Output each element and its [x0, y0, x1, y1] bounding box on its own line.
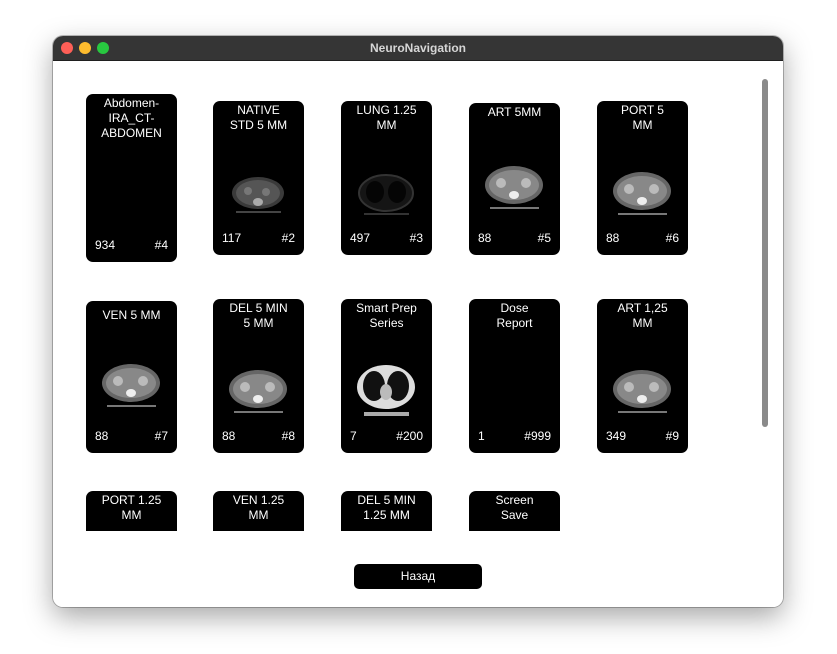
series-label: ART 1,25 MM [617, 301, 668, 330]
ct-abdomen-thumbnail [613, 172, 671, 215]
series-number: #9 [665, 429, 679, 443]
series-number: #6 [665, 231, 679, 245]
series-number: #3 [409, 231, 423, 245]
series-label: PORT 1.25 MM [101, 493, 162, 522]
series-label: Screen Save [495, 493, 534, 522]
series-tile[interactable]: NATIVE STD 5 MM 117 #2 [213, 101, 304, 255]
series-tile[interactable]: Screen Save [469, 491, 560, 531]
series-image-count: 88 [606, 231, 620, 245]
series-label: LUNG 1.25 MM [356, 103, 417, 132]
ct-abdomen-thumbnail [232, 177, 284, 213]
series-label: PORT 5 MM [621, 103, 664, 132]
ct-abdomen-thumbnail [102, 364, 160, 407]
series-tile[interactable]: LUNG 1.25 MM 497 #3 [341, 101, 432, 255]
title-bar: NeuroNavigation [53, 36, 783, 61]
series-image-count: 88 [478, 231, 492, 245]
series-image-count: 1 [478, 429, 485, 443]
series-browser: Abdomen- IRA_CT- ABDOMEN 934 #4 NATIVE S… [53, 61, 783, 607]
series-label: VEN 1.25 MM [232, 493, 285, 522]
ct-abdomen-thumbnail [485, 166, 543, 209]
series-number: #7 [154, 429, 168, 443]
series-label: NATIVE STD 5 MM [229, 103, 288, 132]
series-image-count: 349 [606, 429, 627, 443]
series-number: #999 [524, 429, 551, 443]
series-tile[interactable]: Abdomen- IRA_CT- ABDOMEN 934 #4 [86, 94, 177, 262]
series-tile[interactable]: DEL 5 MIN 5 MM 88 #8 [213, 299, 304, 453]
series-image-count: 88 [95, 429, 109, 443]
series-number: #8 [281, 429, 295, 443]
vertical-scrollbar[interactable] [761, 79, 769, 459]
series-tile[interactable]: ART 5MM 88 #5 [469, 103, 560, 255]
series-image-count: 7 [350, 429, 357, 443]
series-tile[interactable]: VEN 5 MM 88 #7 [86, 301, 177, 453]
ct-abdomen-thumbnail [613, 370, 671, 413]
series-tile[interactable]: PORT 1.25 MM [86, 491, 177, 531]
series-label: DEL 5 MIN 5 MM [229, 301, 288, 330]
series-tile[interactable]: VEN 1.25 MM [213, 491, 304, 531]
window-title: NeuroNavigation [369, 41, 466, 55]
app-window: NeuroNavigation Abdomen- IRA_CT- ABDOMEN… [53, 36, 783, 607]
series-label: Smart Prep Series [356, 301, 417, 330]
back-button[interactable]: Назад [354, 564, 482, 589]
series-tile[interactable]: ART 1,25 MM 349 #9 [597, 299, 688, 453]
series-number: #5 [537, 231, 551, 245]
series-image-count: 117 [222, 231, 242, 245]
series-label: VEN 5 MM [102, 308, 161, 322]
series-tile[interactable]: Dose Report 1 #999 [469, 299, 560, 453]
ct-abdomen-thumbnail [229, 370, 287, 413]
series-label: ART 5MM [487, 105, 542, 119]
series-number: #4 [154, 238, 168, 252]
series-tile[interactable]: PORT 5 MM 88 #6 [597, 101, 688, 255]
series-label: DEL 5 MIN 1.25 MM [357, 493, 416, 522]
series-number: #2 [281, 231, 295, 245]
series-tile[interactable]: DEL 5 MIN 1.25 MM [341, 491, 432, 531]
series-tile[interactable]: Smart Prep Series 7 #200 [341, 299, 432, 453]
series-image-count: 497 [350, 231, 371, 245]
ct-lung-thumbnail [358, 174, 414, 215]
series-image-count: 934 [95, 238, 116, 252]
series-number: #200 [396, 429, 423, 443]
ct-chest-thumbnail [357, 365, 415, 416]
series-image-count: 88 [222, 429, 236, 443]
series-label: Abdomen- IRA_CT- ABDOMEN [101, 96, 162, 140]
scrollbar-thumb[interactable] [762, 79, 768, 427]
series-label: Dose Report [496, 301, 533, 330]
